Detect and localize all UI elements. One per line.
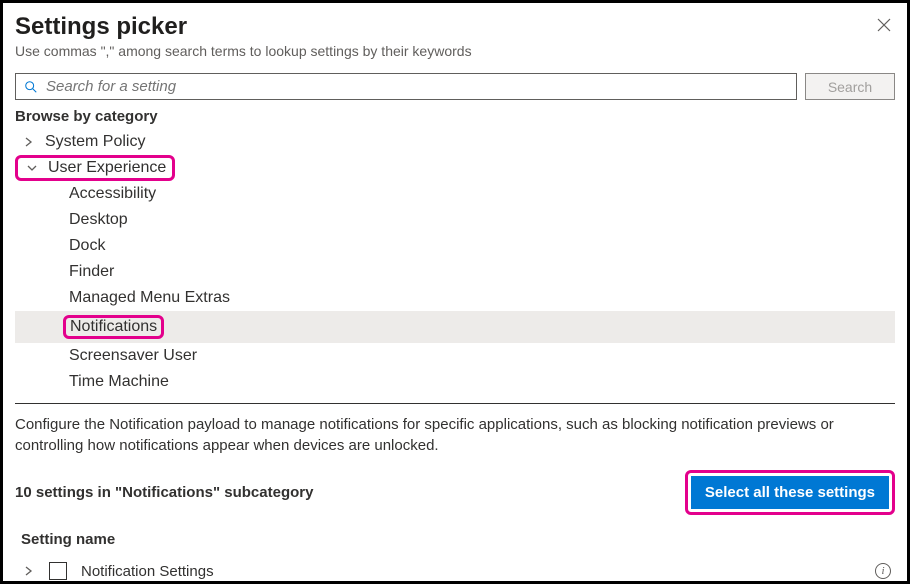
search-field-wrap[interactable]: [15, 73, 797, 100]
tree-label: Notifications: [70, 318, 157, 335]
tree-item-system-policy[interactable]: System Policy: [15, 129, 895, 155]
tree-label: Dock: [69, 237, 105, 255]
tree-label: Screensaver User: [69, 347, 197, 365]
tree-item-finder[interactable]: Finder: [15, 259, 895, 285]
search-button[interactable]: Search: [805, 73, 895, 100]
setting-label: Notification Settings: [81, 563, 875, 580]
chevron-right-icon[interactable]: [19, 563, 39, 579]
close-icon[interactable]: [873, 13, 895, 39]
header: Settings picker Use commas "," among sea…: [15, 13, 895, 59]
tree-label: Finder: [69, 263, 114, 281]
tree-item-dock[interactable]: Dock: [15, 233, 895, 259]
browse-label: Browse by category: [15, 108, 895, 125]
tree-label: Accessibility: [69, 185, 156, 203]
tree-item-managed-menu-extras[interactable]: Managed Menu Extras: [15, 285, 895, 311]
select-all-button[interactable]: Select all these settings: [691, 476, 889, 509]
settings-picker-panel: Settings picker Use commas "," among sea…: [0, 0, 910, 584]
page-subtitle: Use commas "," among search terms to loo…: [15, 43, 472, 59]
tree-item-user-experience[interactable]: User Experience: [15, 155, 895, 181]
search-input[interactable]: [46, 78, 788, 95]
search-icon: [24, 80, 38, 94]
column-header-setting-name: Setting name: [21, 531, 895, 548]
tree-item-time-machine[interactable]: Time Machine: [15, 369, 895, 395]
tree-label: Managed Menu Extras: [69, 289, 230, 307]
tree-label: User Experience: [48, 159, 166, 177]
subcategory-description: Configure the Notification payload to ma…: [15, 414, 895, 456]
tree-item-screensaver-user[interactable]: Screensaver User: [15, 343, 895, 369]
subcategory-count: 10 settings in "Notifications" subcatego…: [15, 484, 313, 501]
page-title: Settings picker: [15, 13, 472, 41]
tree-label: Time Machine: [69, 373, 169, 391]
chevron-right-icon: [21, 137, 37, 147]
info-icon[interactable]: i: [875, 563, 891, 579]
tree-label: System Policy: [45, 133, 145, 151]
divider: [15, 403, 895, 404]
category-tree: System Policy User Experience Accessibil…: [15, 129, 895, 395]
tree-item-accessibility[interactable]: Accessibility: [15, 181, 895, 207]
setting-row: Notification Settings i: [15, 556, 895, 586]
tree-item-desktop[interactable]: Desktop: [15, 207, 895, 233]
tree-label: Desktop: [69, 211, 128, 229]
setting-checkbox[interactable]: [49, 562, 67, 580]
chevron-down-icon: [24, 163, 40, 173]
tree-item-notifications[interactable]: Notifications: [15, 311, 895, 343]
